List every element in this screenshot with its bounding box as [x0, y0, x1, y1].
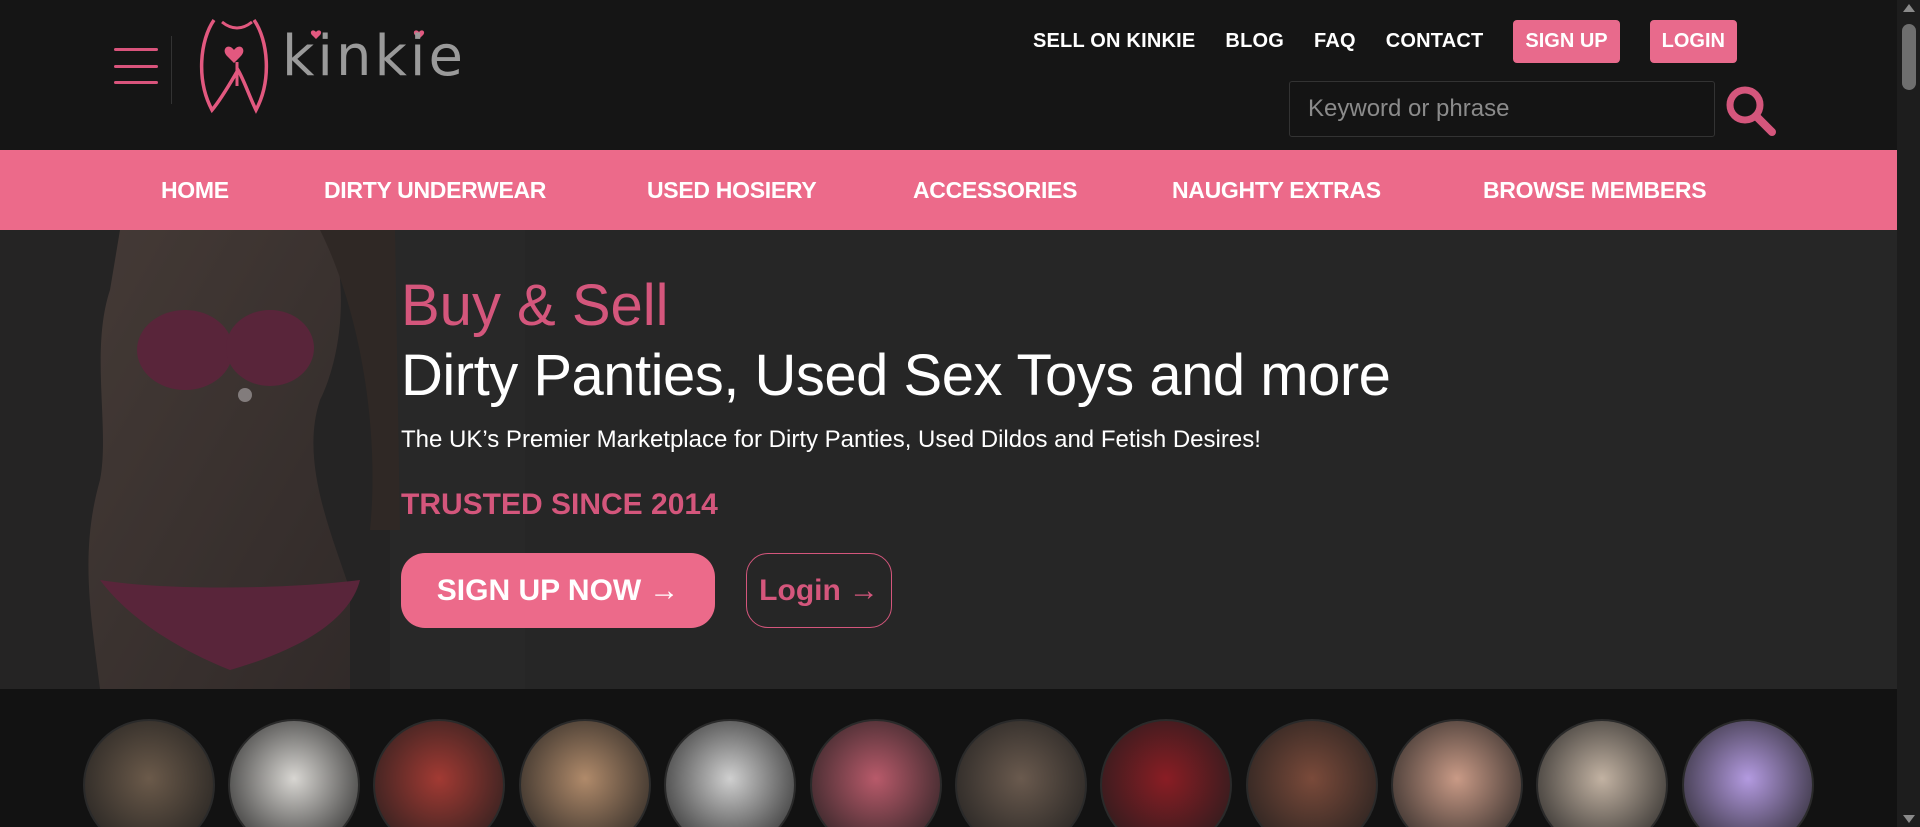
- member-avatars-strip: [0, 689, 1897, 827]
- member-avatar[interactable]: [1391, 719, 1523, 827]
- member-avatar[interactable]: [1100, 719, 1232, 827]
- hero-headline: Dirty Panties, Used Sex Toys and more: [401, 343, 1391, 408]
- arrow-right-icon: →: [649, 573, 680, 607]
- site-header: kinkie SELL ON KINKIE BLOG FAQ CONTACT S…: [0, 0, 1897, 150]
- member-avatar[interactable]: [664, 719, 796, 827]
- signup-button[interactable]: SIGN UP: [1513, 20, 1620, 63]
- trusted-since-label: TRUSTED SINCE 2014: [401, 488, 718, 521]
- scroll-down-arrow-icon[interactable]: [1903, 815, 1915, 823]
- nav-faq[interactable]: FAQ: [1314, 30, 1356, 53]
- cat-accessories[interactable]: ACCESSORIES: [913, 177, 1077, 204]
- logo-wordmark[interactable]: kinkie: [282, 24, 466, 89]
- cat-dirty-underwear[interactable]: DIRTY UNDERWEAR: [324, 177, 546, 204]
- nav-contact[interactable]: CONTACT: [1386, 30, 1484, 53]
- scrollbar-thumb[interactable]: [1902, 24, 1916, 90]
- member-avatar[interactable]: [1682, 719, 1814, 827]
- login-button[interactable]: LOGIN: [1649, 20, 1737, 63]
- search-input[interactable]: [1289, 81, 1715, 137]
- top-nav: SELL ON KINKIE BLOG FAQ CONTACT SIGN UP …: [1003, 20, 1737, 63]
- signup-now-button[interactable]: SIGN UP NOW →: [401, 553, 715, 628]
- hero-banner: Buy & Sell Dirty Panties, Used Sex Toys …: [0, 230, 1897, 689]
- hero-subtitle: The UK’s Premier Marketplace for Dirty P…: [401, 426, 1261, 453]
- search-icon[interactable]: [1722, 82, 1778, 138]
- member-avatar[interactable]: [1536, 719, 1668, 827]
- member-avatar[interactable]: [955, 719, 1087, 827]
- cat-home[interactable]: HOME: [161, 177, 229, 204]
- hero-login-label: Login: [759, 573, 841, 607]
- cat-naughty-extras[interactable]: NAUGHTY EXTRAS: [1172, 177, 1381, 204]
- hero-headline-accent: Buy & Sell: [401, 273, 669, 338]
- hero-login-button[interactable]: Login →: [746, 553, 892, 628]
- member-avatar[interactable]: [373, 719, 505, 827]
- category-nav: HOME DIRTY UNDERWEAR USED HOSIERY ACCESS…: [0, 150, 1897, 230]
- member-avatar[interactable]: [228, 719, 360, 827]
- member-avatar[interactable]: [519, 719, 651, 827]
- page-scrollbar[interactable]: [1897, 0, 1920, 827]
- member-avatar[interactable]: [810, 719, 942, 827]
- member-avatar[interactable]: [1246, 719, 1378, 827]
- member-avatar[interactable]: [83, 719, 215, 827]
- header-divider: [171, 36, 172, 104]
- cat-used-hosiery[interactable]: USED HOSIERY: [647, 177, 817, 204]
- hamburger-menu-icon[interactable]: [114, 48, 158, 84]
- signup-now-label: SIGN UP NOW: [436, 573, 642, 607]
- cat-browse-members[interactable]: BROWSE MEMBERS: [1483, 177, 1707, 204]
- scroll-up-arrow-icon[interactable]: [1903, 4, 1915, 12]
- nav-blog[interactable]: BLOG: [1225, 30, 1284, 53]
- nav-sell-on-kinkie[interactable]: SELL ON KINKIE: [1033, 30, 1195, 53]
- arrow-right-icon: →: [848, 573, 879, 607]
